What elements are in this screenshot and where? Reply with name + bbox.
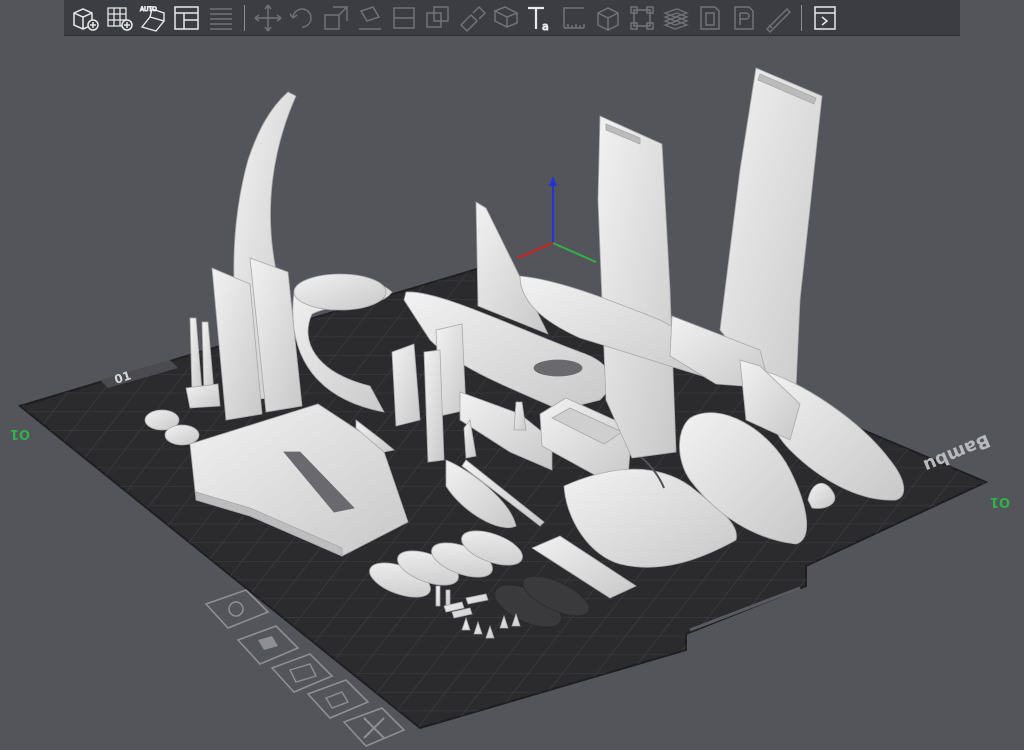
axes-gizmo [517, 176, 597, 263]
close-plate-icon [363, 717, 385, 739]
model-part[interactable] [293, 273, 387, 311]
model-part[interactable] [597, 115, 677, 459]
arrange-plate-icon [289, 663, 317, 683]
edit-plate-icon [324, 691, 350, 709]
orient-icon [258, 636, 278, 650]
model-part[interactable] [423, 349, 445, 463]
close-plate-button[interactable] [342, 707, 406, 747]
model-part[interactable] [185, 383, 221, 409]
orient-button[interactable] [236, 625, 300, 665]
model-part[interactable] [164, 424, 200, 446]
edit-plate-button[interactable] [306, 679, 370, 719]
arrange-plate-button[interactable] [270, 653, 334, 693]
bed-edge-label-right: O1 [990, 494, 1010, 509]
3d-viewport[interactable]: Bambu 01 O1 O1 [0, 0, 1024, 750]
settings-gear-icon [228, 601, 244, 617]
bed-edge-label-left: O1 [10, 426, 30, 441]
